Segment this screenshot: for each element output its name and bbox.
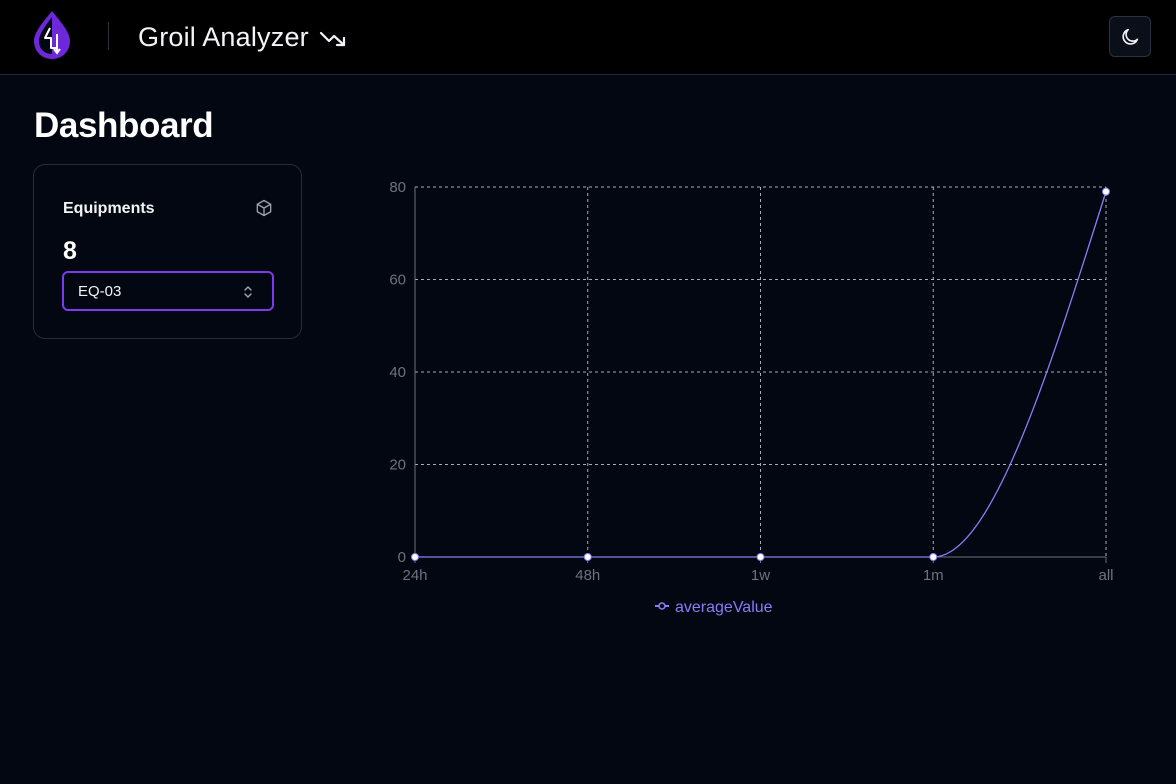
legend-swatch-dot (658, 602, 666, 610)
theme-toggle-button[interactable] (1109, 16, 1151, 57)
series-point (1102, 187, 1110, 196)
top-navbar: Groil Analyzer (0, 0, 1176, 75)
droplet-lightning-logo[interactable] (31, 8, 73, 60)
series-point (929, 553, 938, 561)
x-tick-label: all (1098, 567, 1113, 584)
series-point (756, 553, 765, 561)
x-tick-label: 48h (575, 567, 600, 584)
y-tick-label: 40 (389, 364, 406, 381)
y-tick-label: 0 (398, 549, 406, 566)
equipments-card: Equipments 8 EQ-03 (33, 164, 302, 339)
page-title: Dashboard (34, 106, 214, 145)
equipment-select-value: EQ-03 (78, 282, 122, 300)
app-title-group: Groil Analyzer (138, 22, 347, 53)
app-title: Groil Analyzer (138, 22, 309, 52)
card-title: Equipments (63, 200, 155, 217)
y-tick-label: 80 (389, 179, 406, 196)
y-tick-label: 60 (389, 272, 406, 289)
box-icon (256, 199, 272, 217)
legend-label: averageValue (675, 599, 773, 616)
average-value-line-chart: 0 20 40 60 80 24h 48h 1w 1m all averageValue (389, 179, 1113, 616)
trending-down-icon (319, 31, 345, 46)
x-tick-label: 24h (402, 567, 427, 584)
series-point (583, 553, 592, 561)
x-tick-label: 1w (751, 567, 770, 584)
chevrons-up-down-icon (244, 286, 252, 298)
series-point (411, 553, 419, 561)
header-divider (108, 22, 109, 50)
y-tick-label: 20 (389, 457, 406, 474)
equipment-count: 8 (63, 237, 77, 265)
moon-icon (1122, 28, 1139, 45)
equipment-select[interactable]: EQ-03 (62, 271, 274, 311)
x-tick-label: 1m (923, 567, 944, 584)
